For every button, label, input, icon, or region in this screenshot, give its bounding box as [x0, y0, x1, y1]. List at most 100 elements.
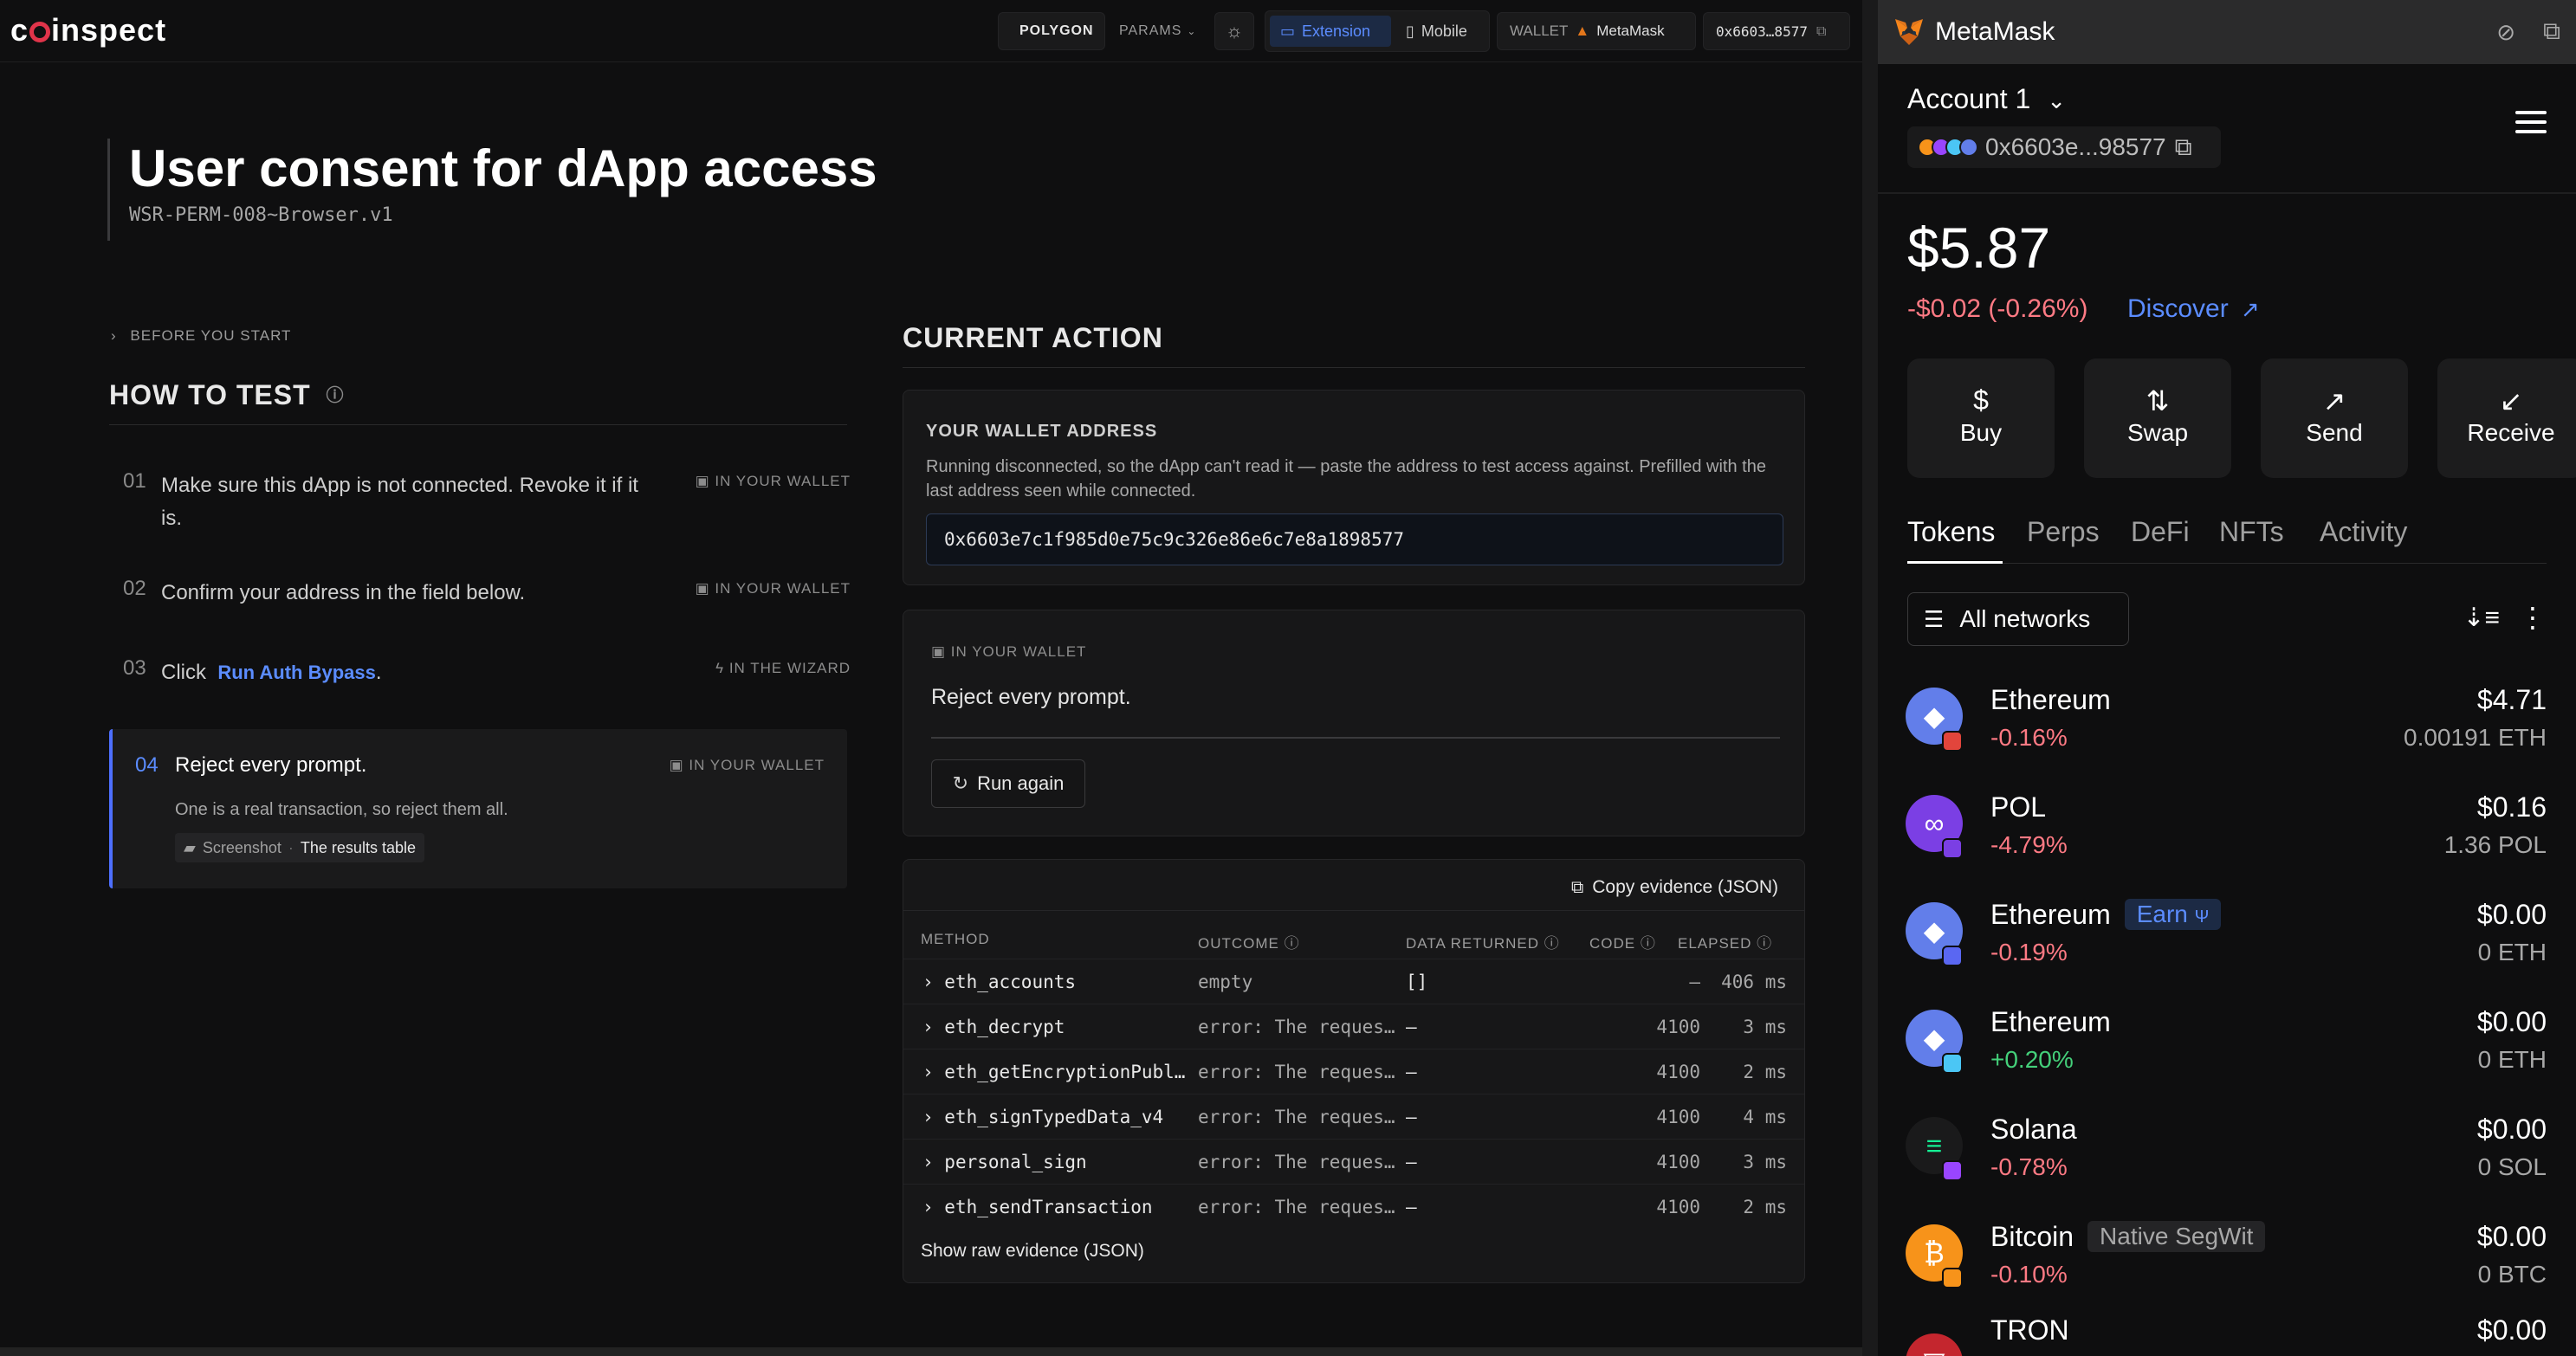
info-icon[interactable]: ⓘ — [1757, 935, 1772, 952]
table-row[interactable]: › personal_sign error: The reques… — 410… — [903, 1139, 1804, 1184]
copy-icon[interactable]: ⧉ — [1816, 23, 1826, 40]
token-row[interactable]: ∞ POL -4.79% $0.16 1.36 POL — [1878, 776, 2576, 883]
tab-nfts[interactable]: NFTs — [2219, 516, 2284, 548]
address-chip[interactable]: 0x6603…8577 ⧉ — [1703, 12, 1850, 50]
step-description: One is a real transaction, so reject the… — [175, 800, 508, 819]
table-row[interactable]: › eth_getEncryptionPubl… error: The requ… — [903, 1049, 1804, 1094]
swap-button[interactable]: ⇅ Swap — [2084, 358, 2231, 478]
copy-evidence-button[interactable]: ⧉ Copy evidence (JSON) — [1571, 872, 1778, 903]
column-code: CODE ⓘ — [1589, 931, 1656, 952]
before-you-start-label: BEFORE YOU START — [130, 327, 292, 344]
info-icon[interactable]: ⓘ — [327, 386, 345, 405]
copy-icon[interactable]: ⧉ — [2175, 133, 2192, 162]
column-method: METHOD — [921, 931, 990, 947]
token-row[interactable]: ◆ Ethereum -0.16% $4.71 0.00191 ETH — [1878, 668, 2576, 776]
row-method: › eth_signTypedData_v4 — [922, 1107, 1163, 1127]
token-usd-value: $0.16 — [2476, 791, 2547, 823]
token-name-label: Bitcoin — [1990, 1221, 2074, 1252]
row-code: 4100 — [1656, 1197, 1700, 1217]
theme-toggle-button[interactable]: ☼ — [1214, 12, 1254, 50]
info-icon[interactable]: ⓘ — [1641, 935, 1656, 952]
close-icon[interactable]: ⧉ — [2543, 17, 2560, 46]
unpin-icon[interactable]: ⊘ — [2496, 19, 2515, 46]
buy-button[interactable]: $ Buy — [1907, 358, 2055, 478]
run-again-button[interactable]: ↻ Run again — [931, 759, 1085, 808]
row-code: 4100 — [1656, 1152, 1700, 1172]
wallet-label: WALLET — [1510, 23, 1569, 39]
account-address-chip[interactable]: 0x6603e...98577 ⧉ — [1907, 126, 2221, 168]
table-row[interactable]: › eth_signTypedData_v4 error: The reques… — [903, 1094, 1804, 1139]
table-row[interactable]: › eth_decrypt error: The reques… — 4100 … — [903, 1004, 1804, 1049]
metamask-popup: MetaMask ⊘ ⧉ Account 1 ⌄ 0x6603e...98577… — [1878, 0, 2576, 1356]
tab-tokens[interactable]: Tokens — [1907, 516, 1995, 548]
show-raw-evidence-toggle[interactable]: Show raw evidence (JSON) — [921, 1241, 1144, 1262]
token-name: POL — [1990, 791, 2047, 823]
metamask-fox-icon — [1895, 19, 1923, 45]
wallet-address-description: Running disconnected, so the dApp can't … — [926, 457, 1766, 500]
fox-icon: ▲ — [1575, 23, 1590, 39]
row-data: — — [1406, 1197, 1417, 1217]
chevron-right-icon: › — [922, 1062, 945, 1082]
more-vertical-icon[interactable]: ⋮ — [2519, 601, 2547, 634]
row-method-label: eth_sendTransaction — [944, 1197, 1153, 1217]
discover-link[interactable]: Discover ↗ — [2127, 294, 2260, 324]
info-icon[interactable]: ⓘ — [1285, 935, 1300, 952]
tab-extension[interactable]: ▭ Extension — [1270, 16, 1391, 47]
before-you-start-toggle[interactable]: › BEFORE YOU START — [111, 327, 291, 345]
token-row[interactable]: ≡ Solana -0.78% $0.00 0 SOL — [1878, 1098, 2576, 1205]
network-badge-icon — [1942, 731, 1963, 752]
network-selector[interactable]: POLYGON — [998, 12, 1105, 50]
row-elapsed: 3 ms — [1743, 1017, 1787, 1037]
scrollbar[interactable] — [0, 1347, 1862, 1356]
menu-icon[interactable] — [2515, 111, 2547, 133]
row-outcome: error: The reques… — [1198, 1017, 1395, 1037]
run-auth-bypass-link[interactable]: Run Auth Bypass — [217, 662, 376, 683]
network-filter-button[interactable]: ☰ All networks — [1907, 592, 2129, 646]
token-amount: 0 SOL — [2477, 1153, 2547, 1180]
token-row[interactable]: ▽ TRON $0.00 — [1878, 1299, 2576, 1356]
token-row[interactable]: ◆ Ethereum +0.20% $0.00 0 ETH — [1878, 991, 2576, 1098]
info-icon[interactable]: ⓘ — [1544, 935, 1560, 952]
row-code: — — [1689, 972, 1700, 992]
view-switch: ▭ Extension ▯ Mobile — [1265, 10, 1490, 52]
filter-icon: ☰ — [1924, 605, 1945, 632]
token-row[interactable]: ◆ Ethereum Earn Ψ -0.19% $0.00 0 ETH — [1878, 883, 2576, 991]
sprout-icon: Ψ — [2194, 907, 2210, 927]
account-selector[interactable]: Account 1 ⌄ — [1907, 83, 2066, 115]
row-code: 4100 — [1656, 1062, 1700, 1082]
token-change: -0.10% — [1990, 1261, 2068, 1288]
tab-perps[interactable]: Perps — [2027, 516, 2100, 548]
step-tag: ▣ IN YOUR WALLET — [696, 473, 851, 490]
earn-badge[interactable]: Earn Ψ — [2124, 899, 2222, 930]
earn-label: Earn — [2136, 901, 2188, 927]
chevron-down-icon: ⌄ — [1187, 25, 1197, 37]
token-usd-value: $4.71 — [2476, 684, 2547, 715]
params-dropdown[interactable]: PARAMS ⌄ — [1107, 12, 1202, 50]
token-row[interactable]: ₿ Bitcoin Native SegWit -0.10% $0.00 0 BT… — [1878, 1205, 2576, 1313]
sort-icon[interactable]: ⇣≡ — [2463, 603, 2500, 633]
pill-screenshot: Screenshot — [202, 838, 282, 856]
metamask-title: MetaMask — [1935, 17, 2055, 46]
tab-defi[interactable]: DeFi — [2131, 516, 2190, 548]
step-04-active: 04 Reject every prompt. ▣ IN YOUR WALLET… — [109, 729, 847, 888]
table-row[interactable]: › eth_accounts empty [] — 406 ms — [903, 959, 1804, 1004]
tab-activity[interactable]: Activity — [2320, 516, 2407, 548]
tab-mobile[interactable]: ▯ Mobile — [1395, 16, 1485, 47]
table-row[interactable]: › eth_sendTransaction error: The reques…… — [903, 1184, 1804, 1229]
camera-icon: ▰ — [184, 838, 196, 856]
row-data: — — [1406, 1152, 1417, 1172]
tron-icon: ▽ — [1906, 1333, 1963, 1356]
copy-evidence-label: Copy evidence (JSON) — [1592, 877, 1778, 897]
row-data: — — [1406, 1107, 1417, 1127]
wallet-icon: ▣ — [931, 643, 951, 660]
row-method-label: eth_getEncryptionPubl… — [944, 1062, 1186, 1082]
step-tag-label: IN YOUR WALLET — [689, 757, 825, 773]
wallet-address-input[interactable]: 0x6603e7c1f985d0e75c9c326e86e6c7e8a18985… — [926, 513, 1783, 565]
results-table-panel: ⧉ Copy evidence (JSON) METHOD OUTCOME ⓘ … — [903, 859, 1805, 1283]
wallet-indicator[interactable]: WALLET ▲ MetaMask — [1497, 12, 1696, 50]
logo[interactable]: c inspect — [10, 12, 166, 48]
receive-button[interactable]: ↙ Receive — [2437, 358, 2576, 478]
pill-separator: · — [288, 838, 294, 856]
send-button[interactable]: ↗ Send — [2261, 358, 2408, 478]
prompt-text: Reject every prompt. — [931, 685, 1131, 709]
